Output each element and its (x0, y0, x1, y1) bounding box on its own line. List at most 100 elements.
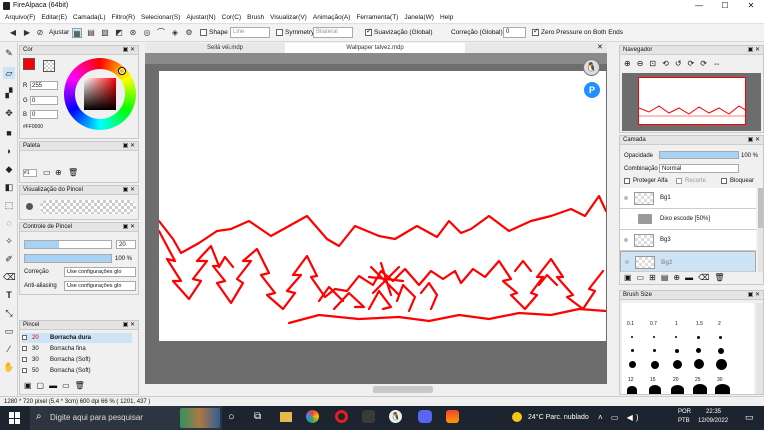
tab-document-2[interactable]: Wallpaper talvez.mdp (285, 43, 465, 53)
secondary-color-swatch[interactable] (43, 60, 55, 72)
menu-brush[interactable]: Brush (247, 14, 264, 21)
menu-help[interactable]: Help (440, 14, 453, 21)
menu-visualizar[interactable]: Visualizar(V) (270, 14, 307, 21)
prev-icon[interactable]: ◀ (8, 28, 18, 38)
shape-select[interactable]: Line (230, 27, 270, 38)
snap-radial-icon[interactable]: ⊛ (128, 28, 138, 38)
text-tool-icon[interactable]: T (3, 289, 15, 301)
snap-icon[interactable]: ⊘ (35, 28, 45, 38)
clock-time[interactable]: 22:35 (706, 409, 721, 415)
brush-opacity-slider[interactable] (24, 254, 112, 263)
brush-size-input[interactable]: 20 (116, 240, 136, 249)
menu-selecionar[interactable]: Selecionar(S) (141, 14, 180, 21)
menu-editar[interactable]: Editar(E) (41, 14, 67, 21)
next-icon[interactable]: ▶ (22, 28, 32, 38)
cloud-service-icon[interactable]: P (584, 82, 600, 98)
layer-row[interactable]: Bg3 (620, 230, 756, 251)
symmetry-checkbox[interactable] (276, 29, 283, 36)
maximize-button[interactable]: ☐ (712, 0, 738, 12)
tray-icons[interactable]: ˄ ▭ ◀) (598, 413, 642, 422)
correction-select[interactable]: 0 (503, 27, 526, 38)
panel-pin-icon[interactable]: ▣ ✕ (123, 46, 135, 55)
smoothing-checkbox[interactable] (365, 27, 372, 36)
blend-mode-select[interactable]: Normal (659, 164, 739, 173)
cortana-icon[interactable]: ○ (228, 411, 235, 423)
palette-add-icon[interactable]: ⊕ (55, 168, 62, 177)
b-input[interactable]: 0 (30, 110, 58, 119)
operation-tool-icon[interactable]: ⤡ (3, 307, 15, 319)
notification-icon[interactable]: ▭ (745, 412, 754, 423)
snap-settings-icon[interactable]: ⚙ (184, 28, 194, 38)
layer-row-selected[interactable]: Bg2 (620, 251, 756, 272)
snap-3d-icon[interactable]: ◈ (170, 28, 180, 38)
panel-pin-icon[interactable]: ▣ ✕ (748, 46, 760, 55)
clock-date[interactable]: 12/09/2022 (698, 418, 728, 424)
panel-pin-icon[interactable]: ▣ ✕ (748, 136, 760, 145)
panel-pin-icon[interactable]: ▣ ✕ (123, 321, 135, 330)
select-pen-tool-icon[interactable]: ✐ (3, 253, 15, 265)
magic-wand-tool-icon[interactable]: ✧ (3, 235, 15, 247)
firealpaca-taskbar-icon[interactable]: 🐧 (389, 410, 402, 423)
gradient-tool-icon[interactable]: ◧ (3, 181, 15, 193)
discord-icon[interactable] (418, 410, 432, 423)
blur-tool-icon[interactable]: ◗ (3, 145, 15, 157)
snap-circle-icon[interactable]: ◎ (142, 28, 152, 38)
eyedropper-tool-icon[interactable]: ⁄ (3, 343, 15, 355)
select-eraser-tool-icon[interactable]: ⌫ (3, 271, 16, 283)
fill-tool-icon[interactable]: ◆ (3, 163, 15, 175)
menu-janela[interactable]: Janela(W) (404, 14, 434, 21)
panel-pin-icon[interactable]: ▣ ✕ (123, 223, 135, 232)
symmetry-select[interactable]: Bilateral (313, 27, 353, 38)
snap-off-icon[interactable]: ▦ (72, 28, 82, 38)
keyboard-layout[interactable]: PTB (678, 418, 690, 424)
select-tool-icon[interactable]: ⬚ (3, 199, 15, 211)
visibility-icon[interactable] (624, 196, 628, 200)
menu-ajustar[interactable]: Ajustar(N) (186, 14, 215, 21)
close-tab-icon[interactable]: ✕ (597, 43, 603, 51)
palette-delete-icon[interactable]: 🗑 (68, 168, 78, 177)
brush-item[interactable]: 20 Borracha dura (22, 333, 132, 343)
panel-pin-icon[interactable]: ▣ ✕ (123, 186, 135, 195)
horizontal-scrollbar[interactable] (145, 384, 607, 395)
pan-tool-icon[interactable]: ✋ (3, 361, 15, 373)
scrollbar-thumb[interactable] (373, 386, 433, 393)
opera-icon[interactable] (335, 410, 348, 423)
navigator-preview[interactable] (622, 73, 761, 131)
brush-item[interactable]: 30 Borracha (Soft) (22, 355, 132, 365)
navigator-viewport[interactable] (638, 77, 748, 125)
navigator-zoom-controls-icon[interactable]: ⊕⊖⊡⟲↺⟳⟳⇔ (624, 59, 727, 68)
app-icon[interactable] (446, 410, 459, 423)
brush-tool-icon[interactable]: ✎ (3, 47, 15, 59)
protect-alpha-checkbox[interactable] (624, 178, 630, 184)
layer-actions-icon[interactable]: ▣▭⊞▤⊕▬⌫🗑 (624, 273, 730, 282)
task-view-icon[interactable]: ⧉ (254, 411, 261, 422)
avatar[interactable]: 🐧 (583, 59, 600, 76)
menu-filtro[interactable]: Filtro(R) (112, 14, 135, 21)
windows-start-icon[interactable] (9, 412, 21, 424)
correction-select[interactable]: Use configurações glo (64, 267, 136, 277)
fill-rect-tool-icon[interactable]: ■ (3, 127, 15, 139)
lasso-tool-icon[interactable]: ◌ (3, 217, 15, 229)
brush-item[interactable]: 50 Borracha (Soft) (22, 366, 132, 376)
primary-color-swatch[interactable] (23, 58, 35, 70)
g-input[interactable]: 0 (30, 96, 58, 105)
move-tool-icon[interactable]: ✥ (3, 107, 15, 119)
tab-document-1[interactable]: Seilá véi.mdp (165, 43, 285, 53)
lock-checkbox[interactable] (721, 178, 727, 184)
snap-parallel-icon[interactable]: ▤ (86, 28, 96, 38)
layer-folder-row[interactable]: Dixo escode [50%] (620, 209, 756, 230)
taskbar-search-box[interactable]: ⌕ Digite aqui para pesquisar (30, 406, 222, 430)
layer-row[interactable]: Bg1 (620, 188, 756, 209)
language-code[interactable]: POR (678, 409, 691, 415)
weather-text[interactable]: 24°C Parc. nublado (528, 414, 589, 421)
minimize-button[interactable]: — (686, 0, 712, 12)
visibility-icon[interactable] (624, 238, 628, 242)
saturation-square[interactable] (84, 78, 116, 110)
eraser-tool-icon[interactable]: ▱ (3, 67, 15, 79)
chrome-icon[interactable] (306, 410, 319, 423)
visibility-icon[interactable] (625, 260, 629, 264)
palette-select[interactable]: #1 (23, 169, 37, 177)
antialias-select[interactable]: Use configurações glo (64, 281, 136, 291)
panel-pin-icon[interactable]: ▣ ✕ (123, 142, 135, 151)
dot-tool-icon[interactable]: ▞ (3, 87, 15, 99)
